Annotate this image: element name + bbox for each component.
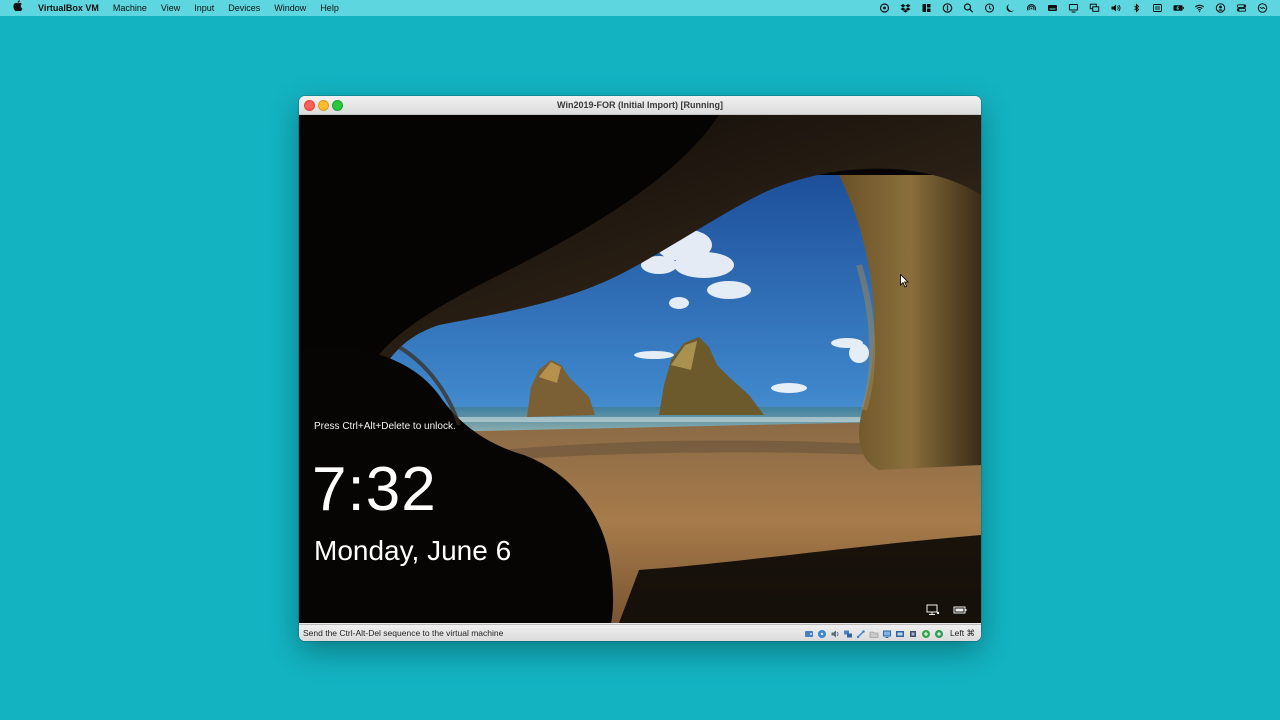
- magnet-icon[interactable]: [921, 4, 932, 13]
- menu-window[interactable]: Window: [274, 0, 306, 16]
- ease-of-access-icon[interactable]: [953, 603, 967, 615]
- screen-mirroring-icon[interactable]: [1089, 3, 1100, 13]
- search-icon[interactable]: [963, 3, 974, 13]
- vm-window: Win2019-FOR (Initial Import) [Running] P…: [299, 96, 981, 641]
- guest-additions-icon[interactable]: [921, 629, 931, 639]
- usb-icon[interactable]: [856, 629, 866, 639]
- window-title: Win2019-FOR (Initial Import) [Running]: [557, 100, 723, 110]
- guest-screen[interactable]: Press Ctrl+Alt+Delete to unlock. 7:32 Mo…: [299, 115, 981, 623]
- siri-icon[interactable]: [1257, 3, 1268, 13]
- mouse-cursor-icon: [900, 274, 909, 288]
- control-center-icon[interactable]: [1236, 4, 1247, 13]
- display-settings-icon[interactable]: [882, 629, 892, 639]
- airdrop-icon[interactable]: [1026, 4, 1037, 13]
- password-manager-icon[interactable]: [942, 3, 953, 13]
- menu-extras-icon[interactable]: [1152, 4, 1163, 13]
- time-machine-icon[interactable]: [984, 3, 995, 13]
- network-icon[interactable]: [926, 603, 940, 615]
- sync-icon[interactable]: [879, 3, 890, 13]
- host-key-label[interactable]: Left ⌘: [950, 628, 975, 639]
- optical-drive-icon[interactable]: [817, 629, 827, 639]
- night-mode-icon[interactable]: [1005, 4, 1016, 13]
- bluetooth-icon[interactable]: [1131, 3, 1142, 13]
- mouse-integration-icon[interactable]: [934, 629, 944, 639]
- apple-icon[interactable]: [13, 0, 25, 17]
- status-message: Send the Ctrl-Alt-Del sequence to the vi…: [303, 628, 504, 638]
- display-icon[interactable]: [1068, 3, 1079, 13]
- menu-bar: VirtualBox VM Machine View Input Devices…: [0, 0, 1280, 16]
- menu-help[interactable]: Help: [320, 0, 339, 16]
- menu-devices[interactable]: Devices: [228, 0, 260, 16]
- shared-folders-icon[interactable]: [869, 629, 879, 639]
- unlock-hint: Press Ctrl+Alt+Delete to unlock.: [314, 421, 456, 432]
- wifi-icon[interactable]: [1194, 4, 1205, 13]
- audio-icon[interactable]: [830, 629, 840, 639]
- network-adapter-icon[interactable]: [843, 629, 853, 639]
- video-capture-icon[interactable]: [895, 629, 905, 639]
- menu-view[interactable]: View: [161, 0, 180, 16]
- vm-status-bar: Send the Ctrl-Alt-Del sequence to the vi…: [299, 624, 981, 641]
- hard-disk-icon[interactable]: [804, 629, 814, 639]
- vm-indicator-group: Left ⌘: [801, 628, 975, 639]
- volume-icon[interactable]: [1110, 4, 1121, 13]
- lockscreen-time: 7:32: [312, 455, 437, 524]
- menu-machine[interactable]: Machine: [113, 0, 147, 16]
- user-account-icon[interactable]: [1215, 3, 1226, 13]
- keyboard-icon[interactable]: [1047, 4, 1058, 13]
- cpu-icon[interactable]: [908, 629, 918, 639]
- lockscreen-date: Monday, June 6: [314, 535, 512, 566]
- menu-app-name[interactable]: VirtualBox VM: [38, 0, 99, 16]
- menu-input[interactable]: Input: [194, 0, 214, 16]
- battery-icon[interactable]: [1173, 4, 1184, 13]
- window-titlebar[interactable]: Win2019-FOR (Initial Import) [Running]: [299, 96, 981, 115]
- menu-bar-status-area: [869, 0, 1268, 16]
- dropbox-icon[interactable]: [900, 4, 911, 13]
